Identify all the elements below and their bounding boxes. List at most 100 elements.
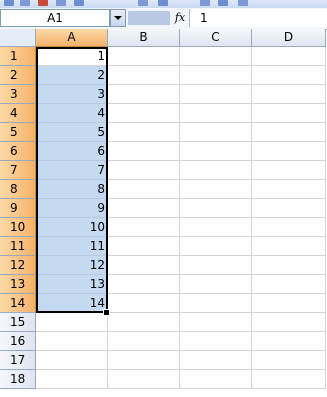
cell-b8[interactable]	[108, 180, 180, 199]
cell-d1[interactable]	[252, 47, 326, 66]
cell-d5[interactable]	[252, 123, 326, 142]
cell-b10[interactable]	[108, 218, 180, 237]
fill-handle[interactable]	[103, 309, 110, 316]
toolbar-icon[interactable]	[56, 0, 66, 6]
cell-b5[interactable]	[108, 123, 180, 142]
cell-a7[interactable]: 7	[36, 161, 108, 180]
toolbar-icon[interactable]	[238, 0, 248, 6]
cell-c9[interactable]	[180, 199, 252, 218]
toolbar-icon[interactable]	[74, 0, 84, 6]
cell-c18[interactable]	[180, 370, 252, 389]
cell-c3[interactable]	[180, 85, 252, 104]
cell-a15[interactable]	[36, 313, 108, 332]
column-header-a[interactable]: A	[36, 29, 108, 47]
cell-c1[interactable]	[180, 47, 252, 66]
cell-a4[interactable]: 4	[36, 104, 108, 123]
row-header[interactable]: 17	[0, 351, 36, 370]
toolbar-icon[interactable]	[20, 0, 30, 6]
cell-d8[interactable]	[252, 180, 326, 199]
cell-d16[interactable]	[252, 332, 326, 351]
name-box[interactable]: A1	[0, 9, 110, 27]
cell-c5[interactable]	[180, 123, 252, 142]
row-header[interactable]: 7	[0, 161, 36, 180]
cell-b18[interactable]	[108, 370, 180, 389]
cell-d2[interactable]	[252, 66, 326, 85]
cell-d4[interactable]	[252, 104, 326, 123]
select-all-corner[interactable]	[0, 29, 36, 47]
toolbar-icon[interactable]	[4, 0, 14, 6]
cell-b2[interactable]	[108, 66, 180, 85]
formula-input[interactable]: 1	[189, 9, 327, 27]
cell-c8[interactable]	[180, 180, 252, 199]
column-header-d[interactable]: D	[252, 29, 326, 47]
cell-c4[interactable]	[180, 104, 252, 123]
toolbar-icon[interactable]	[200, 0, 210, 6]
cell-d15[interactable]	[252, 313, 326, 332]
cell-c2[interactable]	[180, 66, 252, 85]
row-header[interactable]: 13	[0, 275, 36, 294]
cell-a6[interactable]: 6	[36, 142, 108, 161]
column-header-c[interactable]: C	[180, 29, 252, 47]
cell-d12[interactable]	[252, 256, 326, 275]
cell-c11[interactable]	[180, 237, 252, 256]
cell-c17[interactable]	[180, 351, 252, 370]
toolbar-icon[interactable]	[158, 0, 168, 6]
cell-c15[interactable]	[180, 313, 252, 332]
toolbar-icon[interactable]	[38, 0, 48, 6]
row-header[interactable]: 10	[0, 218, 36, 237]
row-header[interactable]: 5	[0, 123, 36, 142]
cell-d10[interactable]	[252, 218, 326, 237]
cell-a17[interactable]	[36, 351, 108, 370]
row-header[interactable]: 2	[0, 66, 36, 85]
row-header[interactable]: 4	[0, 104, 36, 123]
cell-d14[interactable]	[252, 294, 326, 313]
row-header[interactable]: 3	[0, 85, 36, 104]
cell-a5[interactable]: 5	[36, 123, 108, 142]
cell-c6[interactable]	[180, 142, 252, 161]
cell-b17[interactable]	[108, 351, 180, 370]
cell-b16[interactable]	[108, 332, 180, 351]
toolbar-icon[interactable]	[218, 0, 228, 6]
cell-d18[interactable]	[252, 370, 326, 389]
cell-a8[interactable]: 8	[36, 180, 108, 199]
cell-c10[interactable]	[180, 218, 252, 237]
cell-a12[interactable]: 12	[36, 256, 108, 275]
cell-c14[interactable]	[180, 294, 252, 313]
row-header[interactable]: 9	[0, 199, 36, 218]
row-header[interactable]: 14	[0, 294, 36, 313]
cell-b13[interactable]	[108, 275, 180, 294]
cell-b4[interactable]	[108, 104, 180, 123]
row-header[interactable]: 18	[0, 370, 36, 389]
cell-b9[interactable]	[108, 199, 180, 218]
cell-a11[interactable]: 11	[36, 237, 108, 256]
cell-d7[interactable]	[252, 161, 326, 180]
cell-c7[interactable]	[180, 161, 252, 180]
cell-a9[interactable]: 9	[36, 199, 108, 218]
cell-b1[interactable]	[108, 47, 180, 66]
cell-c12[interactable]	[180, 256, 252, 275]
name-box-dropdown[interactable]	[110, 9, 126, 27]
column-header-b[interactable]: B	[108, 29, 180, 47]
cell-b11[interactable]	[108, 237, 180, 256]
cell-b3[interactable]	[108, 85, 180, 104]
cell-a18[interactable]	[36, 370, 108, 389]
row-header[interactable]: 1	[0, 47, 36, 66]
cell-d13[interactable]	[252, 275, 326, 294]
cell-d6[interactable]	[252, 142, 326, 161]
cell-a1[interactable]: 1	[36, 47, 108, 66]
cell-b7[interactable]	[108, 161, 180, 180]
cell-b14[interactable]	[108, 294, 180, 313]
cell-b12[interactable]	[108, 256, 180, 275]
cell-c16[interactable]	[180, 332, 252, 351]
row-header[interactable]: 15	[0, 313, 36, 332]
row-header[interactable]: 16	[0, 332, 36, 351]
row-header[interactable]: 12	[0, 256, 36, 275]
cell-a2[interactable]: 2	[36, 66, 108, 85]
cell-a10[interactable]: 10	[36, 218, 108, 237]
insert-function-icon[interactable]: fx	[172, 10, 188, 26]
cell-b6[interactable]	[108, 142, 180, 161]
cell-a14[interactable]: 14	[36, 294, 108, 313]
cell-c13[interactable]	[180, 275, 252, 294]
cell-a16[interactable]	[36, 332, 108, 351]
cell-a3[interactable]: 3	[36, 85, 108, 104]
